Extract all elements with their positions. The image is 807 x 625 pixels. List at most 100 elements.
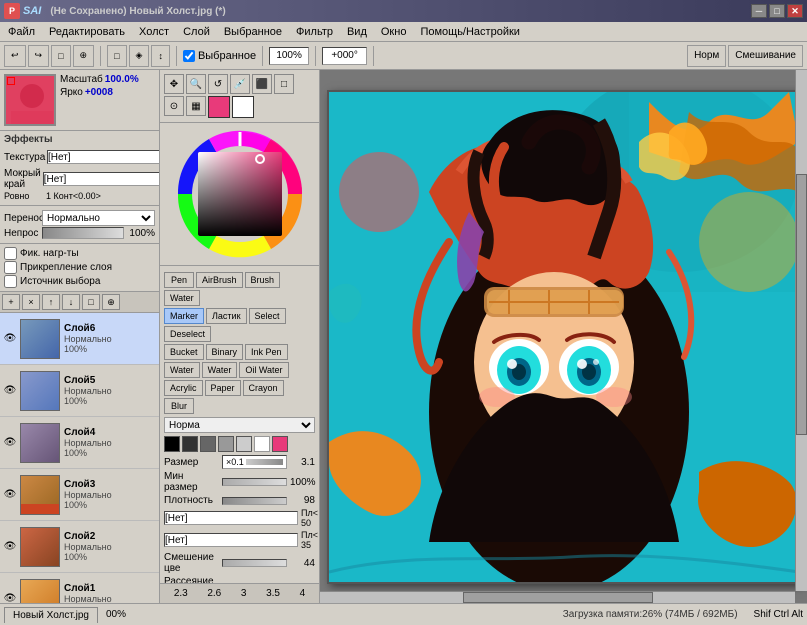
tool-select2[interactable]: □ <box>274 74 294 94</box>
color-box-1[interactable] <box>164 511 298 525</box>
size-track[interactable] <box>246 459 283 465</box>
tool-marker[interactable]: Marker <box>164 308 204 324</box>
tool-water3[interactable]: Water <box>202 362 238 378</box>
num-35[interactable]: 3.5 <box>263 587 283 600</box>
tool-pen[interactable]: Pen <box>164 272 194 288</box>
h-scroll-thumb[interactable] <box>463 592 653 603</box>
texture-input[interactable] <box>47 150 160 164</box>
num-26[interactable]: 2.6 <box>204 587 224 600</box>
checkbox-prik[interactable] <box>4 261 17 274</box>
status-tab[interactable]: Новый Холст.jpg <box>4 607 98 623</box>
layer-item-5[interactable]: 👁 Слой5 Нормально 100% <box>0 365 159 417</box>
toolbar-btn-4[interactable]: ⊕ <box>73 45 95 67</box>
tool-acrylic[interactable]: Acrylic <box>164 380 203 396</box>
toolbar-btn-3[interactable]: □ <box>51 45 70 67</box>
tool-blur[interactable]: Blur <box>164 398 194 414</box>
checkbox-vybrannoe[interactable] <box>183 50 195 62</box>
toolbar-checkbox-vybrannoe[interactable]: Выбранное <box>183 50 256 62</box>
preset-silver[interactable] <box>236 436 252 452</box>
checkbox-ist[interactable] <box>4 275 17 288</box>
num-3[interactable]: 3 <box>238 587 250 600</box>
tool-extra[interactable]: ▦ <box>186 96 206 116</box>
menu-selected[interactable]: Выбранное <box>218 24 288 40</box>
menu-edit[interactable]: Редактировать <box>43 24 131 40</box>
blend-select[interactable]: Нормально <box>42 210 155 226</box>
tool-binary[interactable]: Binary <box>206 344 244 360</box>
h-scrollbar[interactable] <box>320 591 795 603</box>
tool-deselect[interactable]: Deselect <box>164 326 211 342</box>
close-button[interactable]: ✕ <box>787 4 803 18</box>
tool-paper[interactable]: Paper <box>205 380 241 396</box>
tool-airbrush[interactable]: AirBrush <box>196 272 243 288</box>
layer-up-btn[interactable]: ↑ <box>42 294 60 310</box>
tool-oilwater[interactable]: Oil Water <box>239 362 288 378</box>
v-scroll-thumb[interactable] <box>796 174 807 435</box>
layer-merge-btn[interactable]: ⊕ <box>102 294 120 310</box>
menu-filter[interactable]: Фильтр <box>290 24 339 40</box>
tool-eyedrop[interactable]: 💉 <box>230 74 250 94</box>
mix-track[interactable] <box>222 559 287 567</box>
layer-eye-4[interactable]: 👁 <box>2 435 18 451</box>
size-input-area[interactable]: ×0.1 <box>222 455 287 469</box>
preset-gray[interactable] <box>200 436 216 452</box>
blend-button[interactable]: Смешивание <box>728 45 803 67</box>
bg-color-swatch[interactable] <box>232 96 254 118</box>
tool-crayon[interactable]: Crayon <box>243 380 284 396</box>
minsize-track[interactable] <box>222 478 287 486</box>
layer-del-btn[interactable]: × <box>22 294 40 310</box>
layer-copy-btn[interactable]: □ <box>82 294 100 310</box>
layer-eye-2[interactable]: 👁 <box>2 539 18 555</box>
canvas-area[interactable] <box>320 70 807 603</box>
toolbar-btn-2[interactable]: ↪ <box>28 45 50 67</box>
density-track[interactable] <box>222 497 287 505</box>
layer-item-2[interactable]: 👁 Слой2 Нормально 100% <box>0 521 159 573</box>
layer-down-btn[interactable]: ↓ <box>62 294 80 310</box>
opacity-slider[interactable] <box>42 227 124 239</box>
color-wheel-svg[interactable] <box>175 129 305 259</box>
canvas-image[interactable] <box>329 92 799 582</box>
layer-item-3[interactable]: 👁 Слой3 Нормально 100% <box>0 469 159 521</box>
norm-button[interactable]: Норм <box>687 45 726 67</box>
menu-help[interactable]: Помощь/Настройки <box>414 24 525 40</box>
preset-black[interactable] <box>164 436 180 452</box>
toolbar-btn-6[interactable]: ◈ <box>129 45 150 67</box>
layer-eye-3[interactable]: 👁 <box>2 487 18 503</box>
num-4[interactable]: 4 <box>297 587 309 600</box>
stroke-input[interactable] <box>43 172 160 186</box>
preset-white[interactable] <box>254 436 270 452</box>
maximize-button[interactable]: □ <box>769 4 785 18</box>
v-scrollbar[interactable] <box>795 70 807 591</box>
menu-canvas[interactable]: Холст <box>133 24 175 40</box>
toolbar-btn-1[interactable]: ↩ <box>4 45 26 67</box>
layer-eye-5[interactable]: 👁 <box>2 383 18 399</box>
tool-eraser[interactable]: Ластик <box>206 308 247 324</box>
layer-add-btn[interactable]: + <box>2 294 20 310</box>
layer-item-4[interactable]: 👁 Слой4 Нормально 100% <box>0 417 159 469</box>
menu-file[interactable]: Файл <box>2 24 41 40</box>
tool-brush[interactable]: Brush <box>245 272 281 288</box>
layer-item-6[interactable]: 👁 Слой6 Нормально 100% <box>0 313 159 365</box>
tool-select[interactable]: Select <box>249 308 286 324</box>
tool-water2[interactable]: Water <box>164 362 200 378</box>
zoom-input[interactable] <box>269 47 309 65</box>
preset-lgray[interactable] <box>218 436 234 452</box>
tool-rotate[interactable]: ↺ <box>208 74 228 94</box>
preset-pink[interactable] <box>272 436 288 452</box>
tool-water[interactable]: Water <box>164 290 200 306</box>
tool-fill[interactable]: ⬛ <box>252 74 272 94</box>
minimize-button[interactable]: ─ <box>751 4 767 18</box>
tool-bucket[interactable]: Bucket <box>164 344 204 360</box>
menu-view[interactable]: Вид <box>341 24 373 40</box>
tool-zoom[interactable]: 🔍 <box>186 74 206 94</box>
tool-lasso[interactable]: ⊙ <box>164 96 184 116</box>
menu-window[interactable]: Окно <box>375 24 413 40</box>
tool-move[interactable]: ✥ <box>164 74 184 94</box>
menu-layer[interactable]: Слой <box>177 24 216 40</box>
tool-inkpen[interactable]: Ink Pen <box>245 344 288 360</box>
tool-blend-select[interactable]: Норма <box>164 417 315 433</box>
num-23[interactable]: 2.3 <box>171 587 191 600</box>
layer-item-1[interactable]: 👁 Слой1 Нормально 100% <box>0 573 159 603</box>
rotation-input[interactable] <box>322 47 367 65</box>
preset-dark[interactable] <box>182 436 198 452</box>
checkbox-fiks[interactable] <box>4 247 17 260</box>
